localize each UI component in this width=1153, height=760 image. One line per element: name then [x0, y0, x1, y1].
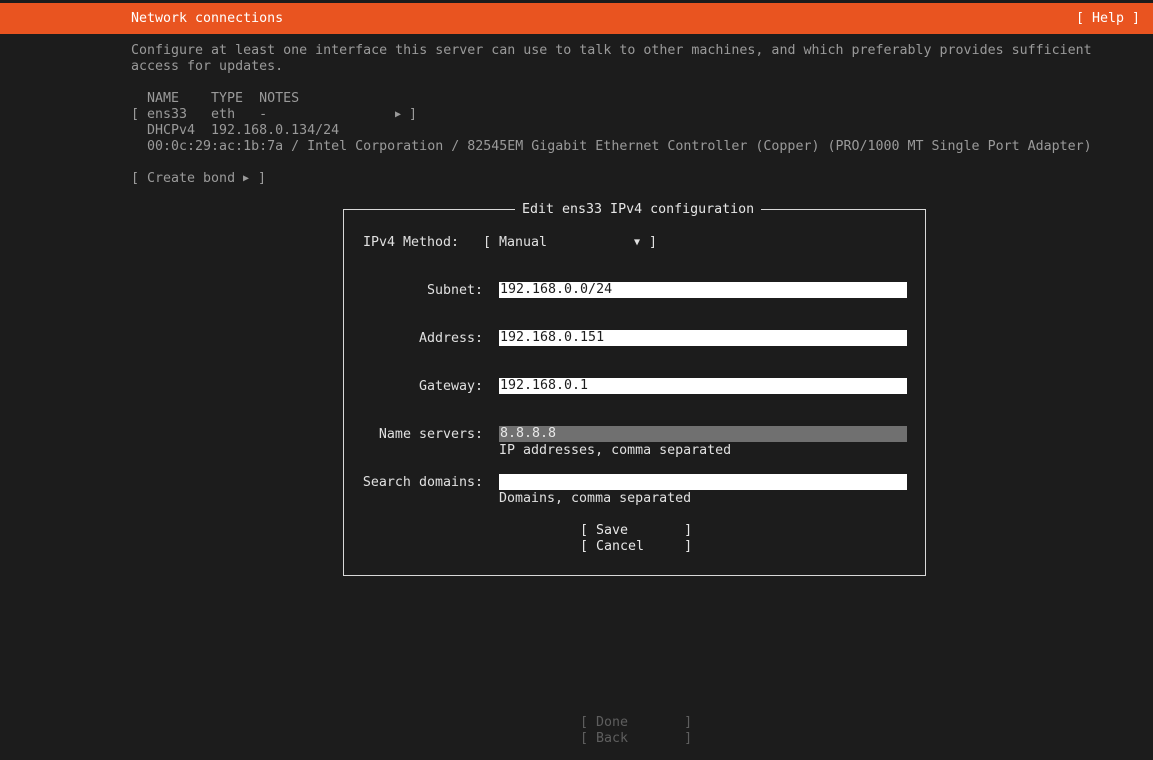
- intro-text-line2: access for updates.: [131, 59, 284, 74]
- page-title: Network connections: [131, 11, 284, 26]
- searchdomains-label: Search domains:: [362, 475, 483, 490]
- create-bond-bracket: ]: [258, 171, 267, 186]
- gateway-field[interactable]: 192.168.0.1: [499, 378, 907, 394]
- address-field[interactable]: 192.168.0.151: [499, 330, 907, 346]
- nameservers-label: Name servers:: [378, 427, 483, 442]
- subnet-field[interactable]: 192.168.0.0/24: [499, 282, 907, 298]
- back-button[interactable]: [ Back ]: [580, 731, 692, 747]
- subnet-label: Subnet:: [426, 283, 483, 298]
- right-triangle-icon: ▶: [395, 109, 402, 120]
- interface-row-bracket: ]: [409, 107, 418, 122]
- ipv4-method-label: IPv4 Method:: [363, 235, 460, 250]
- save-button[interactable]: [ Save ]: [580, 523, 692, 539]
- create-bond-label: [ Create bond: [131, 171, 236, 186]
- cancel-button[interactable]: [ Cancel ]: [580, 539, 692, 555]
- right-triangle-icon: ▶: [243, 173, 250, 184]
- ipv4-method-bracket: ]: [649, 235, 658, 250]
- interface-dhcp-line: DHCPv4 192.168.0.134/24: [147, 123, 340, 138]
- chevron-down-icon: ▼: [634, 237, 641, 248]
- interface-hardware-line: 00:0c:29:ac:1b:7a / Intel Corporation / …: [147, 139, 1092, 154]
- done-button[interactable]: [ Done ]: [580, 715, 692, 731]
- header-bar: Network connections [ Help ]: [0, 3, 1153, 34]
- searchdomains-field[interactable]: [499, 474, 907, 490]
- dialog-title: Edit ens33 IPv4 configuration: [515, 202, 762, 218]
- interface-table-header: NAME TYPE NOTES: [147, 91, 300, 106]
- nameservers-field[interactable]: 8.8.8.8: [499, 426, 907, 442]
- searchdomains-hint: Domains, comma separated: [499, 491, 692, 506]
- address-label: Address:: [418, 331, 483, 346]
- intro-text-line1: Configure at least one interface this se…: [131, 43, 1092, 58]
- ipv4-method-value: [ Manual: [483, 235, 548, 250]
- nameservers-hint: IP addresses, comma separated: [499, 443, 732, 458]
- help-button[interactable]: [ Help ]: [1076, 11, 1140, 27]
- interface-row-text: [ ens33 eth -: [131, 107, 268, 122]
- gateway-label: Gateway:: [418, 379, 483, 394]
